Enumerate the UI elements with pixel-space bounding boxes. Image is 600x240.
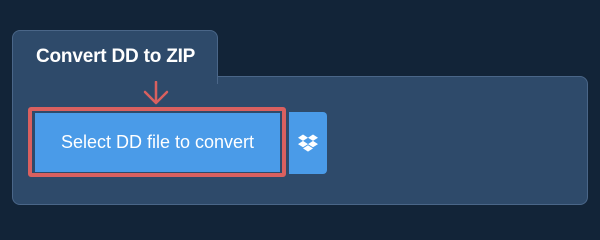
- dropbox-icon: [298, 134, 318, 152]
- select-file-button[interactable]: Select DD file to convert: [35, 113, 280, 172]
- arrow-down-icon: [143, 81, 169, 105]
- tab-join: [13, 70, 217, 84]
- tab-title: Convert DD to ZIP: [36, 46, 196, 67]
- dropbox-button[interactable]: [289, 112, 327, 174]
